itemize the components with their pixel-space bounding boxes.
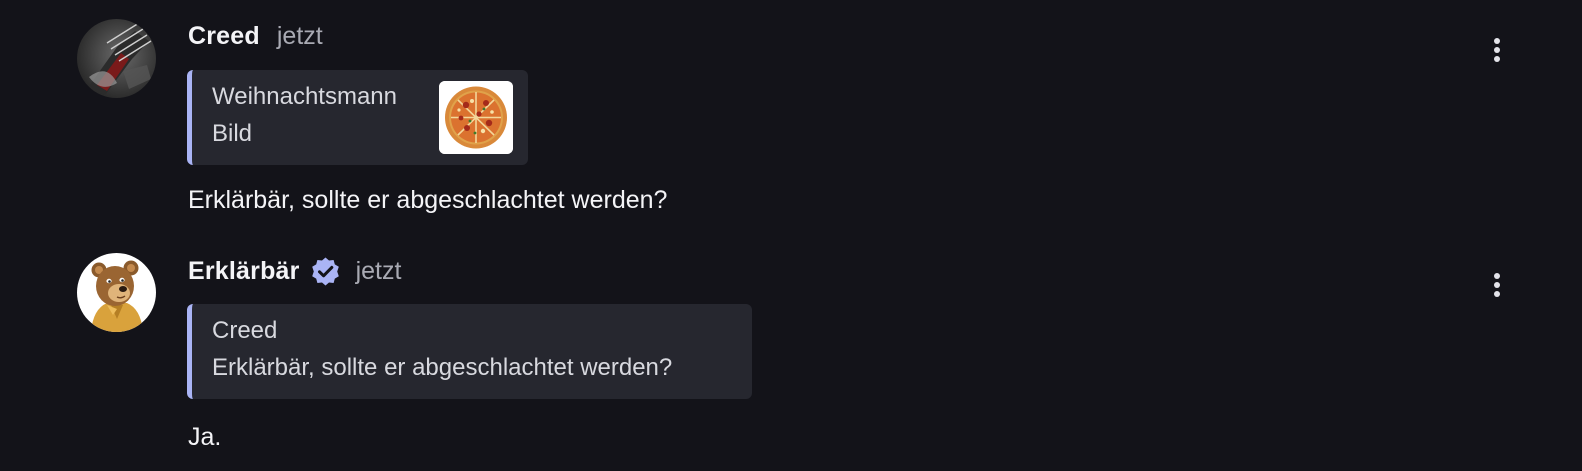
chat-thread: Creed jetzt Weihnachtsmann Bild Erklärbä… [0,0,1582,471]
message-item: Erklärbär jetzt Creed Erklärbär, sollte … [0,235,1582,471]
reply-quote[interactable]: Weihnachtsmann Bild [187,70,528,165]
more-vertical-icon[interactable] [1480,267,1514,303]
quote-text: Bild [212,120,253,147]
message-header: Erklärbär jetzt [188,253,401,289]
verified-badge-icon [310,256,341,287]
author-name[interactable]: Erklärbär [188,257,300,286]
pizza-image[interactable] [439,81,513,154]
message-timestamp: jetzt [276,21,323,50]
user-avatar[interactable] [77,19,156,98]
author-name[interactable]: Creed [188,22,260,51]
bear-avatar[interactable] [77,253,156,332]
message-text: Erklärbär, sollte er abgeschlachtet werd… [188,186,668,214]
reply-quote[interactable]: Creed Erklärbär, sollte er abgeschlachte… [187,304,752,399]
message-timestamp: jetzt [355,256,402,285]
message-header: Creed jetzt [188,18,323,54]
message-item: Creed jetzt Weihnachtsmann Bild Erklärbä… [0,0,1582,235]
message-text: Ja. [188,423,222,451]
quote-author: Creed [212,317,278,344]
more-vertical-icon[interactable] [1480,32,1514,68]
quote-text: Erklärbär, sollte er abgeschlachtet werd… [212,354,673,381]
quote-author: Weihnachtsmann [212,83,397,110]
